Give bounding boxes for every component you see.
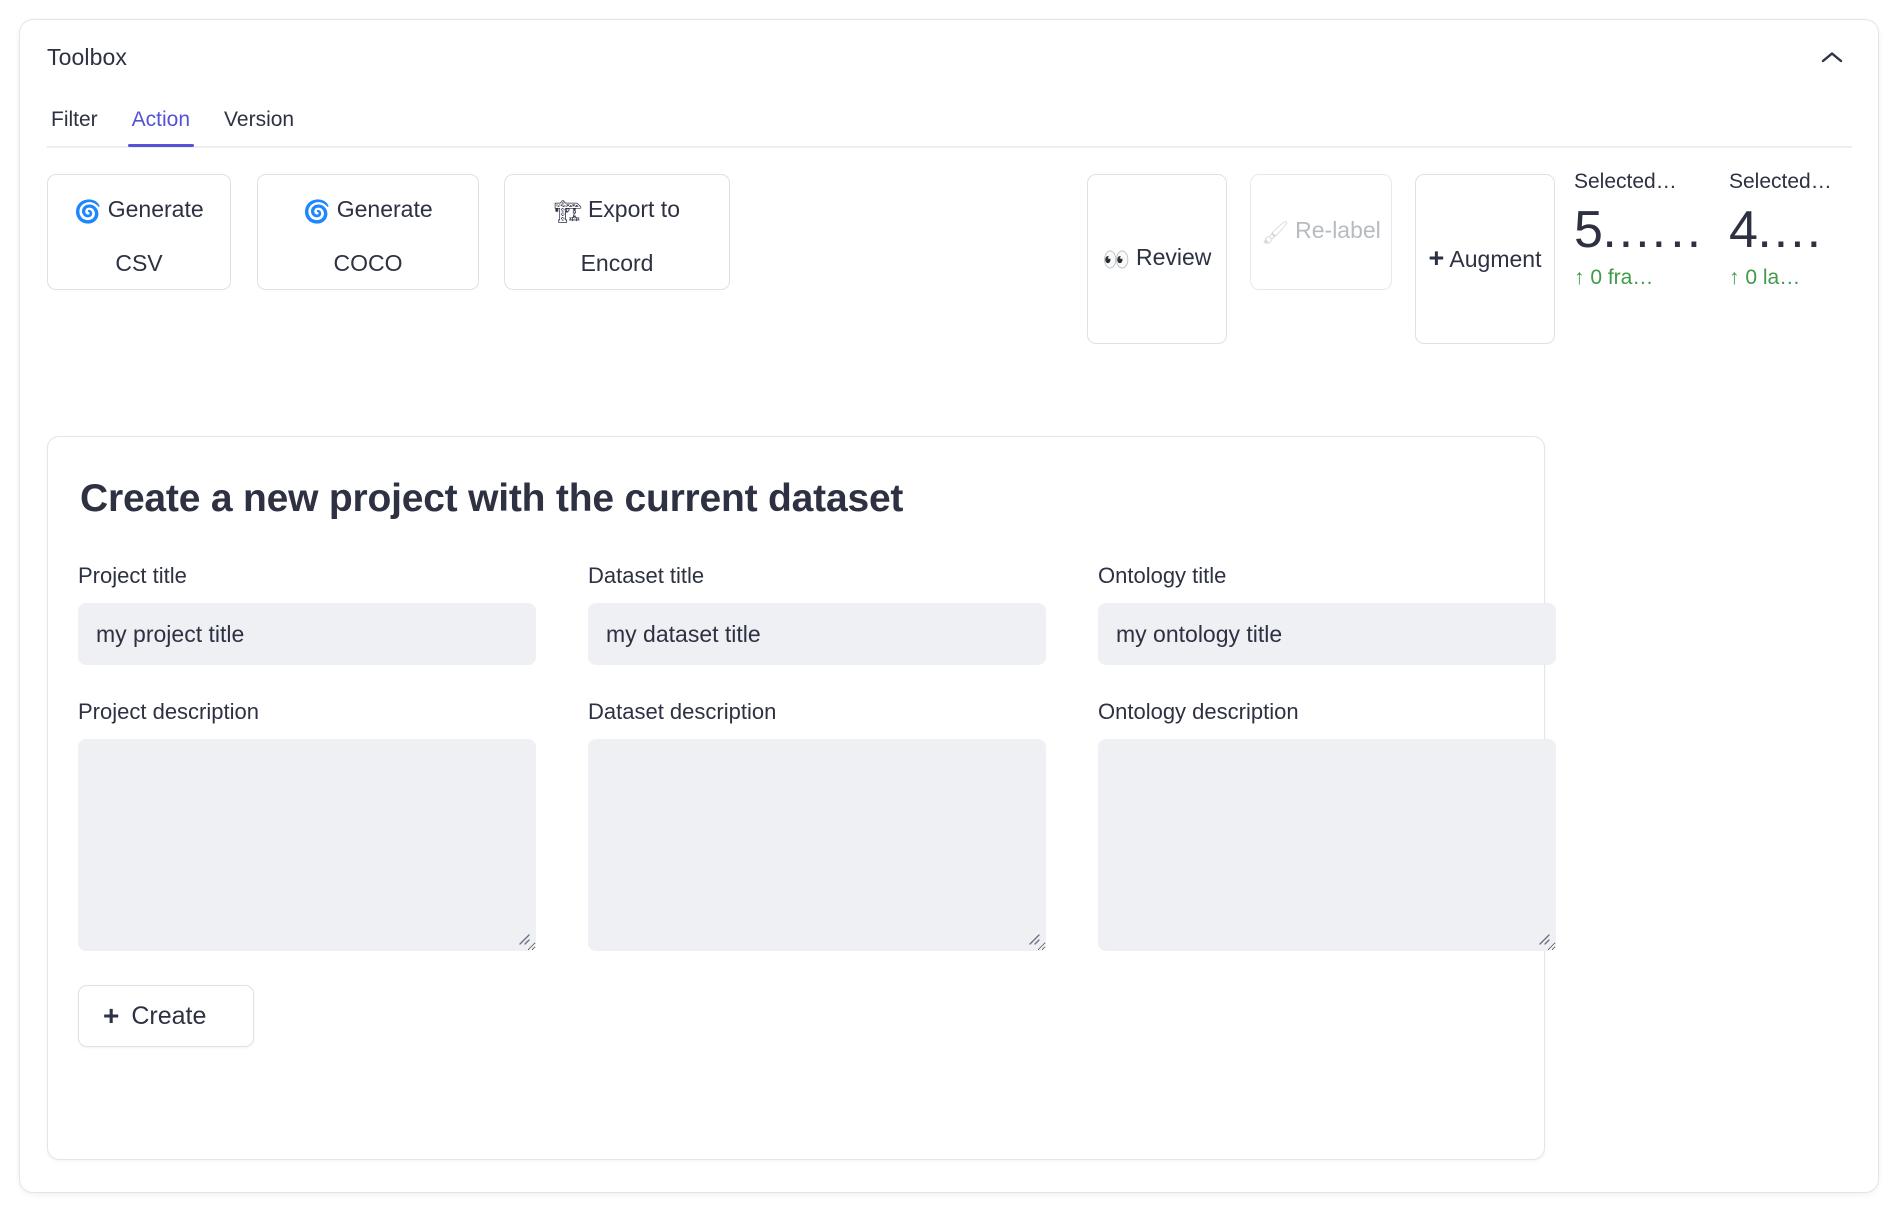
create-project-title: Create a new project with the current da…: [80, 477, 904, 520]
generate-csv-label: Generate CSV: [107, 196, 204, 276]
panel-title: Toolbox: [47, 43, 127, 70]
description-fields-grid: Project description Dataset description: [78, 699, 1556, 951]
toolbox-panel: Toolbox Filter Action Version 🌀 Generate …: [19, 19, 1879, 1193]
app-root: Toolbox Filter Action Version 🌀 Generate …: [0, 0, 1898, 1212]
stat-label: Selected…: [1729, 170, 1832, 193]
action-button-row: 🌀 Generate CSV 🌀 Generate COCO 🏗 Export to …: [47, 170, 1852, 349]
project-description-textarea[interactable]: [78, 739, 536, 951]
create-project-card: Create a new project with the current da…: [47, 436, 1556, 1160]
toolbox-header: Toolbox: [20, 20, 1878, 94]
export-to-encord-button[interactable]: 🏗 Export to Encord: [504, 174, 730, 290]
dataset-title-input[interactable]: [588, 603, 1046, 665]
dataset-description-label: Dataset description: [588, 699, 777, 724]
dataset-title-field-group: Dataset title: [588, 563, 1046, 665]
review-button[interactable]: 👀 Review: [1087, 174, 1227, 344]
project-description-field-group: Project description: [78, 699, 536, 951]
tab-filter[interactable]: Filter: [47, 108, 102, 146]
stat-value: 5.……: [1574, 201, 1701, 259]
cyclone-icon: 🌀: [303, 200, 331, 225]
tab-version[interactable]: Version: [220, 108, 298, 146]
stat-label: Selected…: [1574, 170, 1677, 193]
generate-coco-button[interactable]: 🌀 Generate COCO: [257, 174, 479, 290]
ontology-description-textarea[interactable]: [1098, 739, 1556, 951]
ontology-title-field-group: Ontology title: [1098, 563, 1556, 665]
project-description-label: Project description: [78, 699, 259, 724]
ontology-title-label: Ontology title: [1098, 563, 1227, 588]
project-title-input[interactable]: [78, 603, 536, 665]
dataset-title-label: Dataset title: [588, 563, 705, 588]
create-button-label: Create: [131, 1001, 207, 1030]
tabs-divider: [47, 146, 1852, 148]
toolbox-tabs: Filter Action Version: [47, 94, 1852, 148]
dataset-description-textarea[interactable]: [588, 739, 1046, 951]
create-project-button[interactable]: + Create: [78, 985, 254, 1047]
generate-coco-label: Generate COCO: [333, 196, 433, 276]
relabel-label: Re-label: [1295, 217, 1381, 243]
collapse-toggle-button[interactable]: [1812, 37, 1852, 77]
stat-delta: ↑ 0 fra…: [1574, 266, 1654, 289]
paintbrush-icon: 🖌: [1261, 221, 1290, 246]
plus-icon: +: [103, 1000, 120, 1031]
plus-icon: +: [1428, 243, 1445, 273]
chevron-up-icon: [1821, 52, 1843, 63]
generate-csv-button[interactable]: 🌀 Generate CSV: [47, 174, 231, 290]
export-to-encord-label: Export to Encord: [580, 196, 680, 276]
title-fields-grid: Project title Dataset title Ontology tit…: [78, 563, 1556, 665]
dataset-description-field-group: Dataset description: [588, 699, 1046, 951]
augment-label: Augment: [1449, 246, 1542, 272]
tab-action[interactable]: Action: [127, 108, 195, 147]
augment-button[interactable]: + Augment: [1415, 174, 1555, 344]
ontology-description-label: Ontology description: [1098, 699, 1299, 724]
stat-value: 4.…: [1729, 201, 1823, 259]
relabel-button[interactable]: 🖌 Re-label: [1250, 174, 1392, 290]
selection-stats: Selected… 5.…… ↑ 0 fra… Selected… 4.… ↑ …: [1574, 169, 1856, 291]
stat-card: Selected… 4.… ↑ 0 la…: [1729, 169, 1856, 291]
ontology-description-field-group: Ontology description: [1098, 699, 1556, 951]
project-title-label: Project title: [78, 563, 187, 588]
ontology-title-input[interactable]: [1098, 603, 1556, 665]
eyes-icon: 👀: [1102, 248, 1130, 273]
stat-card: Selected… 5.…… ↑ 0 fra…: [1574, 169, 1701, 291]
cyclone-icon: 🌀: [74, 200, 102, 225]
building-construction-icon: 🏗: [554, 200, 582, 225]
project-title-field-group: Project title: [78, 563, 536, 665]
review-label: Review: [1135, 244, 1212, 270]
stat-delta: ↑ 0 la…: [1729, 266, 1801, 289]
